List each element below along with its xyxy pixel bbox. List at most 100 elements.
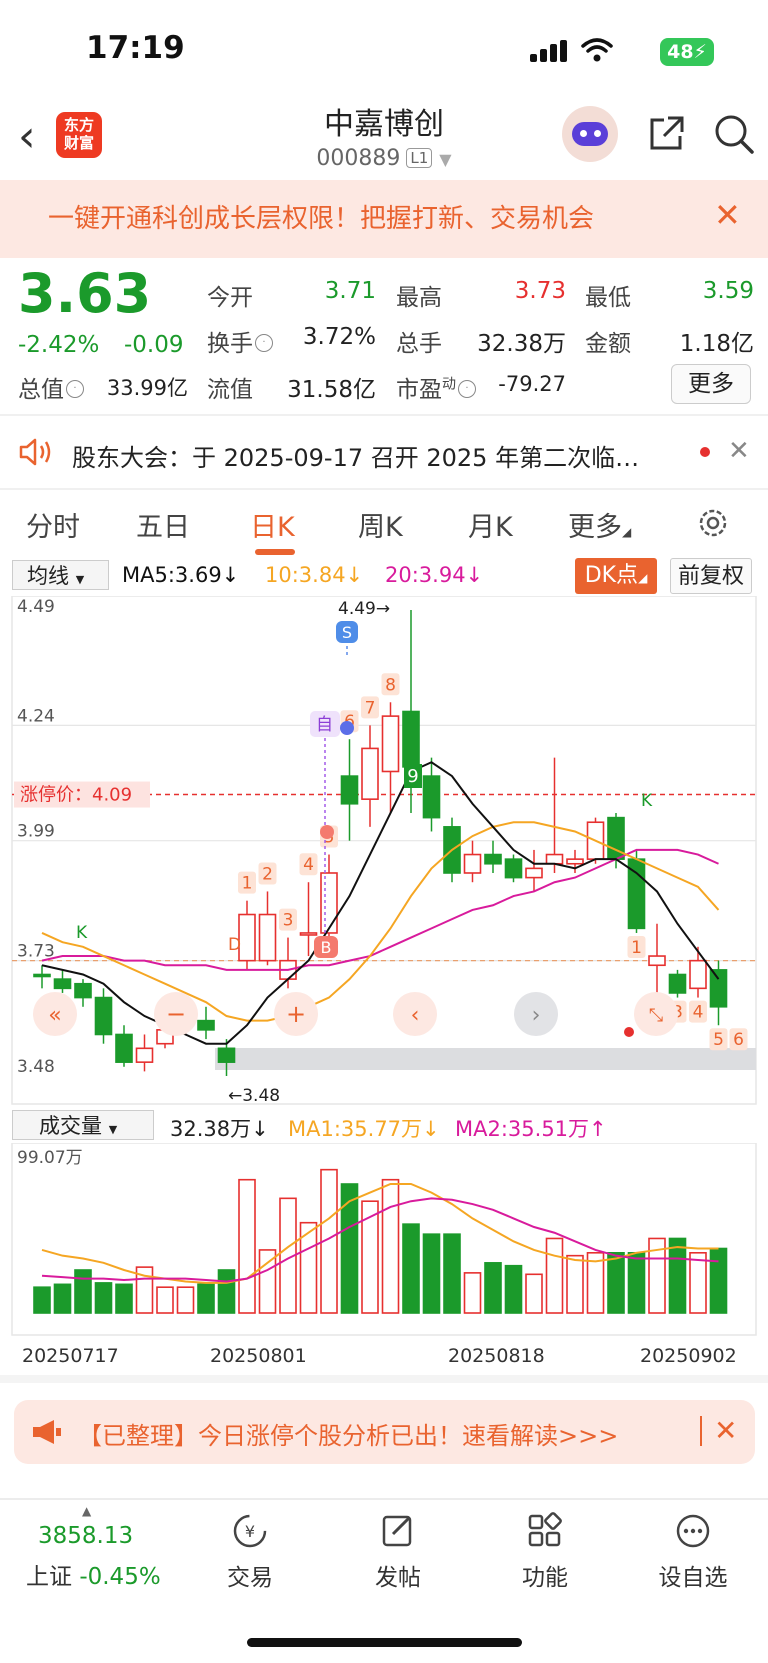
chart-nav-right[interactable]: ›: [514, 992, 558, 1036]
sequence-tag: 4: [693, 1003, 704, 1023]
high-label: 最高: [396, 285, 442, 311]
chart-nav-expand[interactable]: ⤡: [634, 992, 678, 1036]
ma20-line: [41, 848, 719, 971]
pe-label: 市盈动 ·: [396, 370, 476, 404]
volume-select[interactable]: 成交量 ▼: [12, 1110, 154, 1140]
search-icon[interactable]: [712, 112, 756, 156]
index-row[interactable]: 上证 -0.45%: [26, 1557, 161, 1591]
signal-icon: [530, 40, 568, 62]
chart-nav-left[interactable]: ‹: [393, 992, 437, 1036]
divider: [0, 1498, 768, 1500]
notice-text[interactable]: 股东大会：于 2025-09-17 召开 2025 年第二次临…: [72, 438, 639, 473]
info-icon[interactable]: ·: [458, 380, 476, 398]
sequence-tag: 5: [713, 1030, 724, 1050]
tab-more[interactable]: 更多◢: [568, 505, 631, 544]
nav-post[interactable]: 发帖: [343, 1512, 453, 1592]
dk-button[interactable]: DK点◢: [575, 558, 657, 594]
nav-watchlist[interactable]: 设自选: [638, 1512, 748, 1592]
more-dots-icon: [676, 1514, 710, 1548]
wifi-icon: [581, 38, 613, 62]
volume-bar: [217, 1269, 236, 1314]
volume-bar: [33, 1286, 51, 1314]
candle-body: [197, 1019, 215, 1031]
low-value: 3.59: [702, 278, 754, 304]
turnover-value: 3.72%: [302, 324, 376, 350]
volume-bar: [484, 1262, 502, 1314]
info-icon[interactable]: ·: [255, 334, 273, 352]
share-icon[interactable]: [646, 114, 686, 154]
sequence-tag: 2: [262, 864, 273, 884]
sequence-tag: 4: [303, 855, 314, 875]
ma10-text: 10:3.84↓: [265, 563, 364, 587]
chart-nav-zoom-in[interactable]: +: [274, 992, 318, 1036]
tab-five-day[interactable]: 五日: [136, 505, 190, 544]
nav-trade[interactable]: ¥ 交易: [195, 1512, 305, 1592]
candle-body: [340, 775, 359, 805]
svg-text:−: −: [166, 1000, 186, 1028]
volume-bar: [197, 1283, 215, 1314]
promo-text[interactable]: 一键开通科创成长层权限！把握打新、交易机会: [48, 198, 594, 235]
battery-level: 48: [667, 41, 694, 63]
volume-bar: [238, 1178, 256, 1314]
volume-bar: [463, 1272, 482, 1314]
tab-monthly-k[interactable]: 月K: [468, 505, 513, 544]
robot-avatar-icon[interactable]: [562, 106, 618, 162]
candlestick-chart[interactable]: 4.494.243.993.733.48 涨停价：4.09 1234567812…: [0, 596, 768, 1106]
chart-nav-zoom-out[interactable]: −: [154, 992, 198, 1036]
volume-bar: [668, 1237, 687, 1314]
volume-bar: [627, 1252, 646, 1314]
divider: [0, 414, 768, 416]
ad-text[interactable]: 【已整理】今日涨停个股分析已出！速看解读>>>: [78, 1416, 618, 1451]
mktcap-label: 总值 ·: [18, 370, 84, 404]
volume-bar: [709, 1247, 728, 1314]
tab-weekly-k[interactable]: 周K: [358, 505, 403, 544]
close-icon[interactable]: ✕: [728, 436, 750, 466]
volume-bar: [94, 1282, 113, 1314]
signal-dot: [340, 721, 354, 735]
y-tick-label: 4.49: [17, 597, 55, 617]
tag-9-label: 9: [407, 766, 418, 787]
nav-function[interactable]: 功能: [490, 1512, 600, 1592]
marker-dot: [624, 1027, 634, 1037]
chevron-down-icon: ▼: [439, 150, 452, 169]
volume-bar: [176, 1286, 195, 1314]
index-value[interactable]: 3858.13: [38, 1523, 133, 1549]
x-date-label: 20250717: [22, 1345, 119, 1367]
volume-bar: [402, 1223, 420, 1314]
svg-text:¥: ¥: [245, 1522, 255, 1541]
limit-price-label: 涨停价：4.09: [20, 785, 132, 806]
volume-bar: [53, 1283, 72, 1314]
level-badge: L1: [406, 148, 433, 168]
amount-label: 金额: [585, 331, 631, 357]
scroll-track[interactable]: [215, 1048, 756, 1070]
signal-b-label: B: [321, 938, 332, 957]
close-icon[interactable]: ✕: [714, 196, 741, 234]
candle-body: [217, 1047, 236, 1063]
float-label: 流值: [207, 377, 253, 403]
adjust-button[interactable]: 前复权: [670, 558, 752, 594]
info-icon[interactable]: ·: [66, 380, 84, 398]
close-icon[interactable]: ✕: [714, 1414, 737, 1447]
volume-chart[interactable]: 99.07万 20250717 20250801 20250818 202509…: [0, 1143, 768, 1383]
volume-label: 总手: [396, 331, 442, 357]
svg-text:+: +: [286, 1000, 306, 1028]
ma-select[interactable]: 均线 ▼: [12, 560, 109, 590]
speaker-icon: [19, 438, 51, 466]
more-button[interactable]: 更多: [671, 364, 751, 404]
svg-text:«: «: [48, 1003, 61, 1028]
y-tick-label: 3.48: [17, 1057, 55, 1077]
chart-nav-prev-page[interactable]: «: [33, 992, 77, 1036]
high-value: 3.73: [514, 278, 566, 304]
settings-icon[interactable]: [695, 505, 731, 541]
volume-bar: [74, 1269, 92, 1314]
ma20-text: 20:3.94↓: [385, 563, 484, 587]
volume-bar: [525, 1273, 543, 1314]
volume-bar: [443, 1233, 461, 1314]
edit-icon: [382, 1515, 412, 1547]
svg-text:›: ›: [532, 1003, 541, 1028]
tab-daily-k[interactable]: 日K: [250, 505, 295, 544]
sequence-tag: 1: [242, 874, 253, 894]
volume-text: 32.38万↓: [170, 1117, 269, 1141]
tab-intraday[interactable]: 分时: [26, 505, 80, 544]
signal-s-label: S: [342, 623, 352, 642]
